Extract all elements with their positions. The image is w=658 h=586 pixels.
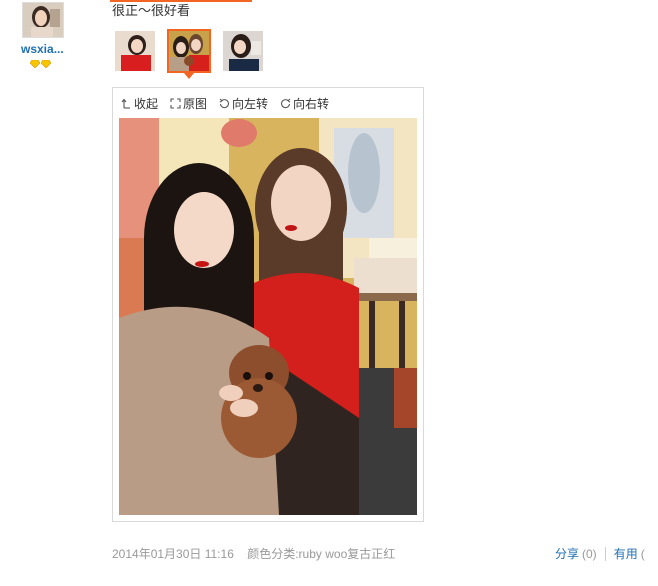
- review-actions: 分享 (0) 有用 (: [555, 545, 645, 562]
- thumbnail-1[interactable]: [113, 29, 157, 73]
- review-photo[interactable]: [119, 118, 417, 515]
- original-image-button[interactable]: 原图: [170, 95, 207, 112]
- rotate-right-button[interactable]: 向右转: [280, 95, 329, 112]
- expand-icon: [170, 98, 181, 109]
- collapse-icon: [121, 98, 130, 109]
- useful-count: (: [640, 546, 645, 561]
- thumbnail-wrap: [113, 29, 157, 73]
- username-link[interactable]: wsxia...: [21, 42, 64, 56]
- action-divider: [604, 546, 606, 561]
- rotate-left-icon: [219, 98, 229, 109]
- viewer-toolbar: 收起 原图 向左转 向右转: [121, 95, 329, 112]
- rotate-left-button[interactable]: 向左转: [219, 95, 268, 112]
- rotate-right-label: 向右转: [293, 97, 330, 111]
- comment-text: 很正～很好看: [112, 3, 191, 18]
- original-image-label: 原图: [183, 97, 208, 111]
- diamond-badge-icon: [41, 60, 51, 68]
- diamond-badge-icon: [30, 60, 40, 68]
- collapse-button[interactable]: 收起: [121, 95, 158, 112]
- share-count: (0): [582, 546, 597, 561]
- collapse-label: 收起: [134, 97, 159, 111]
- review-meta: 2014年01月30日 11:16 颜色分类:ruby woo复古正红: [112, 545, 395, 562]
- thumbnail-3[interactable]: [221, 29, 265, 73]
- share-link[interactable]: 分享: [555, 545, 579, 562]
- thumbnail-wrap: [167, 29, 211, 79]
- useful-link[interactable]: 有用: [614, 545, 638, 562]
- avatar[interactable]: [22, 2, 64, 38]
- thumbnail-2-selected[interactable]: [167, 29, 211, 73]
- rotate-left-label: 向左转: [232, 97, 269, 111]
- user-badges: [30, 60, 51, 68]
- product-variant: 颜色分类:ruby woo复古正红: [247, 547, 396, 561]
- thumbnail-strip: [113, 29, 265, 79]
- rotate-right-icon: [281, 98, 291, 109]
- image-viewer: 收起 原图 向左转 向右转: [112, 87, 424, 522]
- thumbnail-wrap: [221, 29, 265, 73]
- review-date: 2014年01月30日 11:16: [112, 547, 234, 561]
